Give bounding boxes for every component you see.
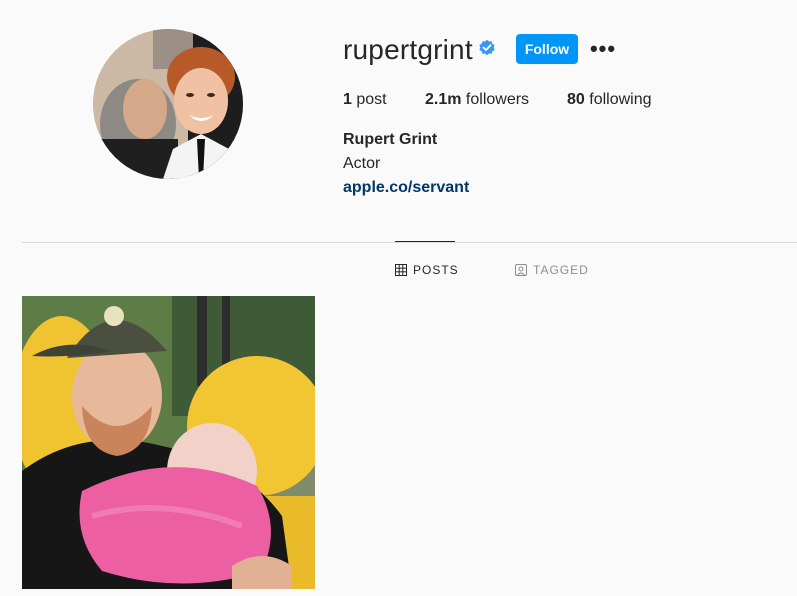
- profile-website-link[interactable]: apple.co/servant: [343, 179, 469, 197]
- posts-count: 1: [343, 91, 352, 108]
- posts-label: post: [356, 91, 387, 108]
- followers-label: followers: [465, 91, 530, 108]
- follow-button[interactable]: Follow: [516, 34, 578, 64]
- tab-tagged-label: TAGGED: [533, 263, 589, 277]
- following-count: 80: [567, 91, 585, 108]
- verified-badge-icon: [479, 39, 495, 56]
- following-link[interactable]: 80 following: [567, 91, 652, 109]
- avatar-photo: [93, 29, 243, 179]
- profile-bio: Actor: [343, 155, 381, 172]
- post-photo: [22, 296, 315, 589]
- tabs-divider: [22, 242, 797, 243]
- followers-link[interactable]: 2.1m followers: [425, 91, 529, 109]
- tab-posts-label: POSTS: [413, 263, 459, 277]
- posts-count-stat: 1 post: [343, 91, 387, 109]
- tab-posts[interactable]: POSTS: [395, 262, 459, 278]
- followers-count: 2.1m: [425, 91, 462, 108]
- tab-tagged[interactable]: TAGGED: [515, 262, 589, 278]
- active-tab-indicator: [395, 241, 455, 242]
- following-label: following: [589, 91, 652, 108]
- tagged-icon: [515, 264, 527, 276]
- profile-page: rupertgrint Follow ••• 1 post 2.1m follo…: [0, 0, 797, 596]
- more-options-icon[interactable]: •••: [589, 37, 617, 61]
- profile-full-name: Rupert Grint: [343, 131, 438, 148]
- post-thumbnail[interactable]: [22, 296, 315, 589]
- grid-icon: [395, 264, 407, 276]
- profile-avatar[interactable]: [93, 29, 243, 179]
- profile-username: rupertgrint: [343, 34, 473, 65]
